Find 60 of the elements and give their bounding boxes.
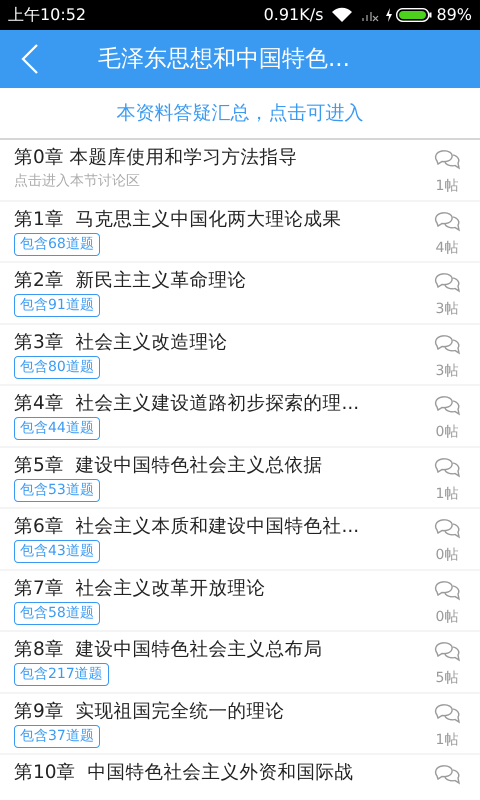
post-count: 0帖	[436, 608, 458, 626]
question-count-tag: 包含44道题	[14, 417, 100, 440]
chapter-title: 第5章 建设中国特色社会主义总依据	[14, 454, 323, 478]
chapter-row[interactable]: 第0章 本题库使用和学习方法指导 点击进入本节讨论区 1帖	[0, 140, 480, 200]
post-count: 1帖	[436, 177, 458, 196]
battery-level: 89%	[436, 4, 472, 26]
comment-icon	[433, 395, 461, 417]
post-count: 3帖	[436, 300, 458, 319]
chapter-row[interactable]: 第8章 建设中国特色社会主义总布局 包含217道题 5帖	[0, 632, 480, 692]
chapter-title: 第0章 本题库使用和学习方法指导	[14, 146, 298, 170]
question-count-tag: 包含217道题	[14, 663, 109, 686]
post-count: 1帖	[436, 484, 458, 504]
post-count: 0帖	[436, 546, 458, 565]
comment-icon	[433, 580, 461, 602]
question-count-tag: 包含68道题	[14, 232, 100, 256]
chapter-title: 第8章 建设中国特色社会主义总布局	[14, 638, 323, 662]
chapter-row[interactable]: 第3章 社会主义改造理论 包含80道题 3帖	[0, 324, 480, 384]
battery-icon	[396, 8, 432, 22]
comment-icon	[433, 702, 461, 724]
question-count-tag: 包含91道题	[14, 294, 100, 317]
question-count-tag: 包含58道题	[14, 602, 100, 624]
charging-icon	[385, 8, 394, 22]
chapter-title: 第1章 马克思主义中国化两大理论成果	[14, 208, 342, 232]
chapter-row[interactable]: 第2章 新民主主义革命理论 包含91道题 3帖	[0, 263, 480, 322]
comment-icon	[433, 456, 461, 478]
chapter-row[interactable]: 第10章 中国特色社会主义外资和国际战	[0, 755, 480, 800]
chapter-row[interactable]: 第9章 实现祖国完全统一的理论 包含37道题 1帖	[0, 694, 480, 753]
chapter-title: 第10章 中国特色社会主义外资和国际战	[14, 761, 354, 785]
post-count: 4帖	[436, 238, 458, 258]
post-count: 1帖	[436, 730, 458, 750]
comment-icon	[433, 149, 461, 171]
chapter-title: 第9章 实现祖国完全统一的理论	[14, 700, 285, 724]
chapter-row[interactable]: 第1章 马克思主义中国化两大理论成果 包含68道题 4帖	[0, 202, 480, 261]
comment-icon	[433, 764, 461, 786]
comment-icon	[433, 210, 461, 232]
comment-icon	[433, 334, 461, 356]
chapter-title: 第7章 社会主义改革开放理论	[14, 576, 266, 600]
chapter-row[interactable]: 第4章 社会主义建设道路初步探索的理... 包含44道题 0帖	[0, 386, 480, 446]
post-count: 0帖	[436, 423, 458, 442]
comment-icon	[433, 272, 461, 294]
question-count-tag: 包含37道题	[14, 724, 100, 748]
chapter-row[interactable]: 第7章 社会主义改革开放理论 包含58道题 0帖	[0, 570, 480, 630]
chapter-row[interactable]: 第6章 社会主义本质和建设中国特色社... 包含43道题 0帖	[0, 509, 480, 568]
comment-icon	[433, 518, 461, 540]
post-count: 5帖	[436, 669, 458, 688]
network-speed: 0.91K/s	[264, 4, 324, 26]
page-title: 毛泽东思想和中国特色...	[98, 44, 350, 74]
chapter-subtitle: 点击进入本节讨论区	[14, 172, 140, 191]
question-count-tag: 包含53道题	[14, 478, 100, 502]
chapter-row[interactable]: 第5章 建设中国特色社会主义总依据 包含53道题 1帖	[0, 448, 480, 507]
chapter-title: 第3章 社会主义改造理论	[14, 330, 228, 354]
post-count: 3帖	[436, 362, 458, 380]
question-count-tag: 包含43道题	[14, 540, 100, 563]
chapter-title: 第4章 社会主义建设道路初步探索的理...	[14, 392, 360, 416]
wifi-icon	[331, 7, 354, 23]
question-count-tag: 包含80道题	[14, 356, 100, 378]
chapter-title: 第6章 社会主义本质和建设中国特色社...	[14, 515, 360, 539]
comment-icon	[433, 641, 461, 663]
status-time: 上午10:52	[8, 4, 86, 26]
chapter-title: 第2章 新民主主义革命理论	[14, 269, 247, 293]
